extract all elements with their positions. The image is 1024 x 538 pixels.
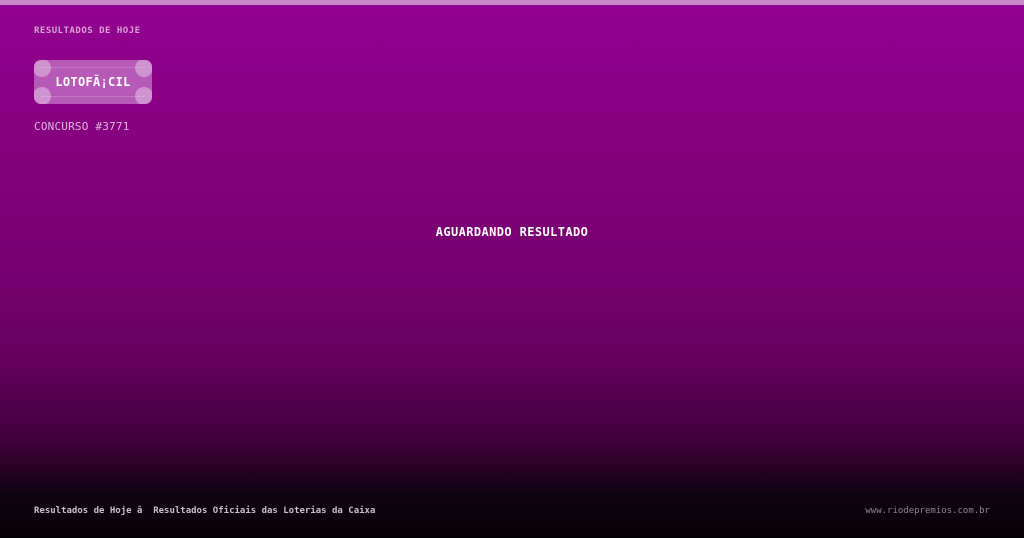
footer: Resultados de Hoje â Resultados Oficiais… — [0, 494, 1024, 538]
lottery-name: LOTOFÃ¡CIL — [55, 75, 131, 89]
top-accent-bar — [0, 0, 1024, 5]
section-kicker: RESULTADOS DE HOJE — [34, 26, 141, 36]
footer-site: www.riodepremios.com.br — [865, 506, 990, 516]
result-status: AGUARDANDO RESULTADO — [435, 225, 589, 239]
contest-number: CONCURSO #3771 — [34, 120, 130, 133]
footer-tagline: Resultados de Hoje â Resultados Oficiais… — [34, 506, 376, 516]
lottery-badge: LOTOFÃ¡CIL — [34, 60, 152, 104]
